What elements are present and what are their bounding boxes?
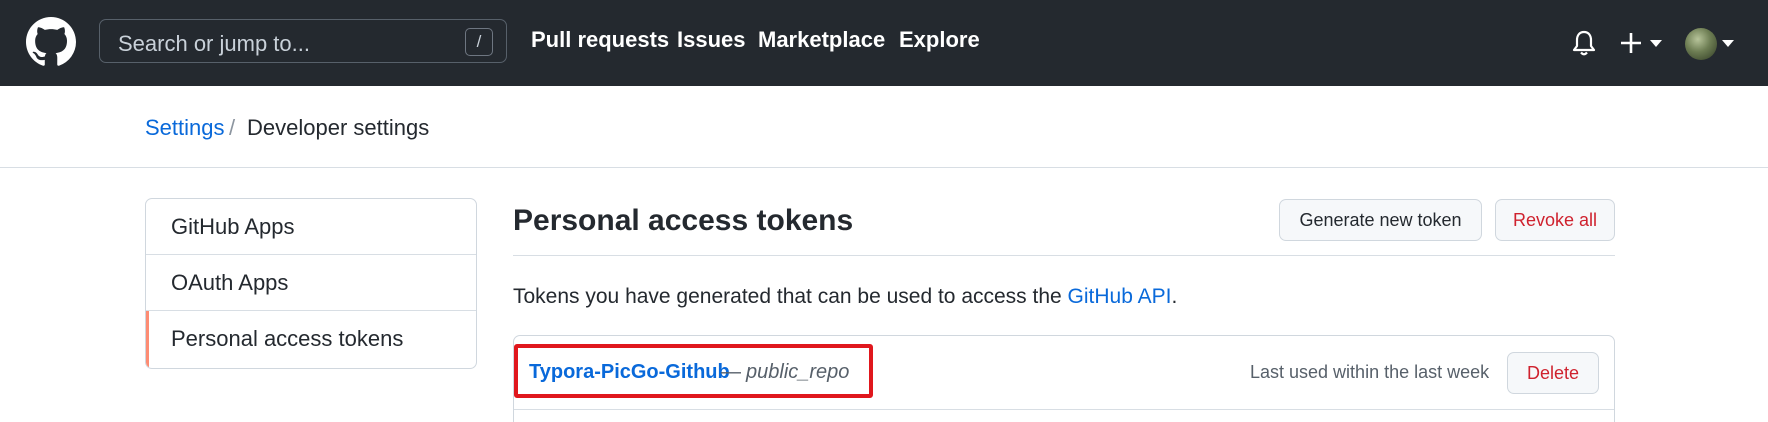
nav-pull-requests[interactable]: Pull requests [531, 27, 669, 53]
global-header: Search or jump to... / Pull requests Iss… [0, 0, 1768, 86]
generate-new-token-button[interactable]: Generate new token [1279, 199, 1482, 241]
breadcrumb: Settings / Developer settings [0, 86, 1768, 168]
plus-icon[interactable] [1618, 30, 1644, 56]
divider [514, 409, 1614, 410]
avatar[interactable] [1685, 28, 1717, 60]
nav-marketplace[interactable]: Marketplace [758, 27, 885, 53]
breadcrumb-current: Developer settings [247, 115, 430, 140]
caret-down-icon[interactable] [1650, 40, 1662, 47]
github-logo-icon[interactable] [26, 17, 76, 67]
search-input[interactable]: Search or jump to... / [99, 19, 507, 63]
token-last-used: Last used within the last week [1250, 362, 1490, 382]
description-end: . [1171, 285, 1178, 308]
nav-issues[interactable]: Issues [677, 27, 746, 53]
tokens-description: Tokens you have generated that can be us… [513, 285, 1177, 309]
page-title: Personal access tokens [513, 204, 854, 237]
search-placeholder: Search or jump to... [118, 31, 310, 56]
description-text: Tokens you have generated that can be us… [513, 285, 1068, 308]
breadcrumb-settings-link[interactable]: Settings [145, 115, 225, 141]
search-shortcut-key: / [465, 28, 493, 56]
nav-explore[interactable]: Explore [899, 27, 980, 53]
caret-down-icon[interactable] [1722, 40, 1734, 47]
sidebar-item-oauth-apps[interactable]: OAuth Apps [146, 255, 476, 311]
delete-token-button[interactable]: Delete [1507, 352, 1599, 394]
highlight-annotation-box [514, 344, 873, 398]
sidebar-item-personal-access-tokens[interactable]: Personal access tokens [146, 311, 476, 367]
revoke-all-button[interactable]: Revoke all [1495, 199, 1615, 241]
divider [513, 255, 1615, 256]
sidebar-item-github-apps[interactable]: GitHub Apps [146, 199, 476, 255]
breadcrumb-separator: / [229, 115, 236, 140]
github-api-link[interactable]: GitHub API [1068, 285, 1172, 308]
developer-settings-menu: GitHub Apps OAuth Apps Personal access t… [145, 198, 477, 369]
bell-icon[interactable] [1571, 29, 1597, 57]
